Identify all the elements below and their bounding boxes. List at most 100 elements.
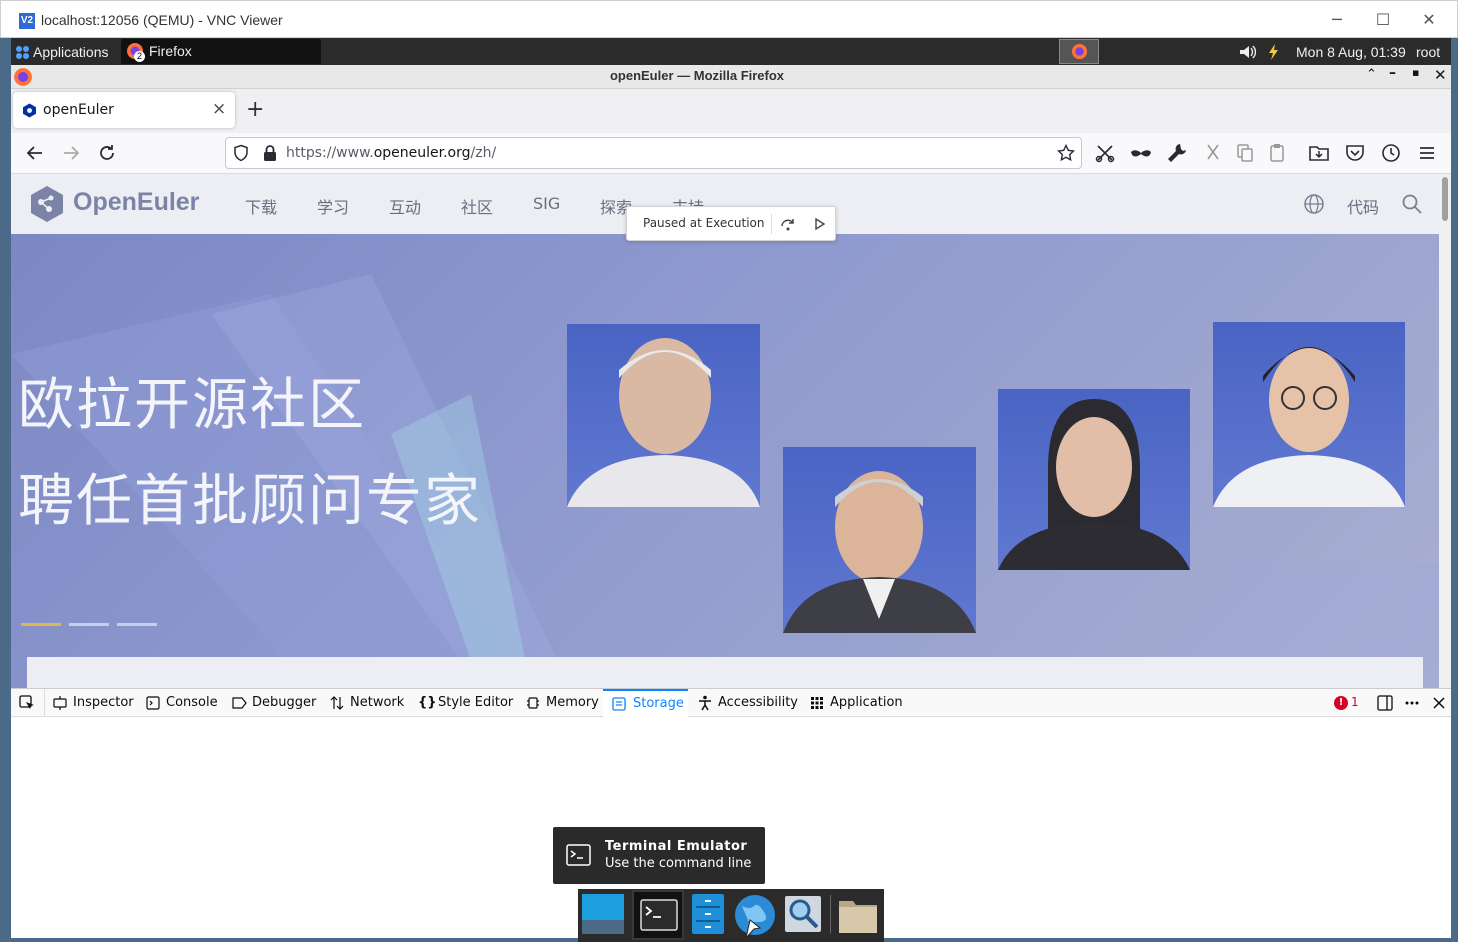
hamburger-menu-icon[interactable] <box>1415 141 1439 165</box>
tab-strip: openEuler × + <box>11 89 1451 133</box>
nav-item-download[interactable]: 下载 <box>245 194 277 218</box>
new-tab-button[interactable]: + <box>246 97 264 122</box>
reload-icon[interactable] <box>95 141 119 165</box>
pocket-icon[interactable] <box>1343 141 1367 165</box>
tooltip-title: Terminal Emulator <box>605 839 748 854</box>
screenshot-icon[interactable] <box>1093 141 1117 165</box>
advisor-portrait-2-image <box>783 471 976 633</box>
applications-menu-icon <box>16 46 29 59</box>
tab-openeuler[interactable]: openEuler × <box>13 92 235 128</box>
page-scrollbar[interactable] <box>1439 174 1451 688</box>
url-text[interactable]: https://www.openeuler.org/zh/ <box>286 145 496 161</box>
memory-chip-icon <box>527 697 539 709</box>
tab-style-editor[interactable]: {} Style Editor <box>418 689 513 717</box>
hero-title-line1: 欧拉开源社区 <box>18 373 366 438</box>
applications-menu-label: Applications <box>33 44 109 60</box>
forward-arrow-icon[interactable] <box>59 141 83 165</box>
tab-title: openEuler <box>43 102 114 118</box>
terminal-tooltip-icon <box>566 844 591 866</box>
history-clock-icon[interactable] <box>1379 141 1403 165</box>
window-shade-icon[interactable]: ⌃ <box>1366 67 1377 82</box>
dock-file-manager-tall[interactable] <box>692 894 724 934</box>
tab-storage-label: Storage <box>633 696 684 711</box>
code-link[interactable]: 代码 <box>1347 194 1379 218</box>
dock-show-desktop[interactable] <box>582 894 624 934</box>
hero-banner[interactable]: 欧拉开源社区 聘任首批顾问专家 <box>11 234 1439 688</box>
inspector-icon <box>53 696 67 710</box>
panel-clock[interactable]: Mon 8 Aug, 01:39 <box>1296 42 1406 62</box>
site-search-icon[interactable] <box>1401 193 1423 215</box>
element-picker-icon[interactable] <box>19 695 35 711</box>
back-arrow-icon[interactable] <box>23 141 47 165</box>
copy-icon[interactable] <box>1233 141 1257 165</box>
volume-icon[interactable] <box>1238 43 1256 61</box>
workspace-switcher[interactable] <box>1059 39 1099 64</box>
url-bar[interactable]: https://www.openeuler.org/zh/ <box>225 137 1082 169</box>
tab-close-icon[interactable]: × <box>212 99 226 119</box>
vnc-minimize-button[interactable]: ─ <box>1314 7 1360 33</box>
paused-label: Paused at Execution <box>643 216 765 230</box>
downloads-folder-icon[interactable] <box>1307 141 1331 165</box>
openeuler-logo-icon[interactable] <box>27 184 67 224</box>
close-devtools-icon[interactable] <box>1431 695 1447 711</box>
more-options-icon[interactable] <box>1404 695 1420 711</box>
padlock-icon[interactable] <box>262 144 278 162</box>
home-folder-icon[interactable] <box>837 895 879 935</box>
vnc-close-button[interactable]: ✕ <box>1406 7 1452 33</box>
url-host: openeuler.org <box>373 145 471 161</box>
nav-item-community[interactable]: 社区 <box>461 194 493 218</box>
tracking-shield-icon[interactable] <box>232 144 250 162</box>
advisor-portrait-1-image <box>567 338 760 507</box>
nav-item-learn[interactable]: 学习 <box>317 194 349 218</box>
url-path: /zh/ <box>470 145 497 161</box>
tab-network[interactable]: Network <box>330 689 404 717</box>
advisor-portrait-3-image <box>998 399 1190 570</box>
window-minimize-icon[interactable]: – <box>1389 65 1396 81</box>
private-mask-icon[interactable] <box>1129 141 1153 165</box>
firefox-window-titlebar: openEuler — Mozilla Firefox ⌃ – ▪ ✕ <box>11 65 1451 89</box>
step-over-icon[interactable] <box>779 215 797 233</box>
carousel-indicator-3[interactable] <box>117 623 157 626</box>
url-prefix: https://www. <box>286 145 374 161</box>
tab-debugger[interactable]: Debugger <box>232 689 316 717</box>
tab-inspector[interactable]: Inspector <box>53 689 134 717</box>
bookmark-star-icon[interactable] <box>1057 144 1075 162</box>
tab-accessibility[interactable]: Accessibility <box>698 689 798 717</box>
dock-terminal-emulator[interactable] <box>632 890 684 940</box>
window-maximize-icon[interactable]: ▪ <box>1412 66 1419 79</box>
taskbar-window-count-badge: 2 <box>134 51 145 62</box>
tab-debugger-label: Debugger <box>252 695 317 710</box>
advisor-portrait-1 <box>567 324 760 507</box>
tab-memory[interactable]: Memory <box>526 689 599 717</box>
web-browser-globe-icon[interactable] <box>732 892 778 938</box>
developer-tools-wrench-icon[interactable] <box>1165 141 1189 165</box>
advisor-portrait-4-image <box>1213 347 1405 507</box>
carousel-indicator-1[interactable] <box>21 623 61 626</box>
carousel-indicator-2[interactable] <box>69 623 109 626</box>
power-manager-icon[interactable] <box>1266 43 1282 61</box>
dock-side-icon[interactable] <box>1377 695 1393 711</box>
storage-icon <box>612 697 626 711</box>
nav-item-sig[interactable]: SIG <box>533 194 560 213</box>
error-icon: ! <box>1334 696 1348 710</box>
cut-icon[interactable] <box>1201 141 1225 165</box>
resume-play-icon[interactable] <box>810 215 828 233</box>
window-close-icon[interactable]: ✕ <box>1434 66 1447 84</box>
openeuler-logo-text[interactable]: OpenEuler <box>73 188 199 217</box>
panel-user-name[interactable]: root <box>1416 42 1440 62</box>
tab-memory-label: Memory <box>546 695 599 710</box>
paste-icon[interactable] <box>1265 141 1289 165</box>
quick-links-card <box>27 657 1423 688</box>
taskbar-firefox-button[interactable]: 2 Firefox <box>121 39 321 64</box>
tab-application[interactable]: Application <box>810 689 903 717</box>
language-globe-icon[interactable] <box>1303 193 1325 215</box>
applications-menu-button[interactable]: Applications <box>13 42 109 62</box>
page-scrollbar-thumb[interactable] <box>1442 177 1448 221</box>
vnc-maximize-button[interactable]: ☐ <box>1360 7 1406 33</box>
tab-storage[interactable]: Storage <box>603 689 688 717</box>
app-finder-search-icon[interactable] <box>784 895 822 933</box>
dock-tooltip: Terminal Emulator Use the command line <box>553 827 765 884</box>
error-count: 1 <box>1351 695 1359 709</box>
tab-console[interactable]: Console <box>146 689 218 717</box>
nav-item-interact[interactable]: 互动 <box>389 194 421 218</box>
